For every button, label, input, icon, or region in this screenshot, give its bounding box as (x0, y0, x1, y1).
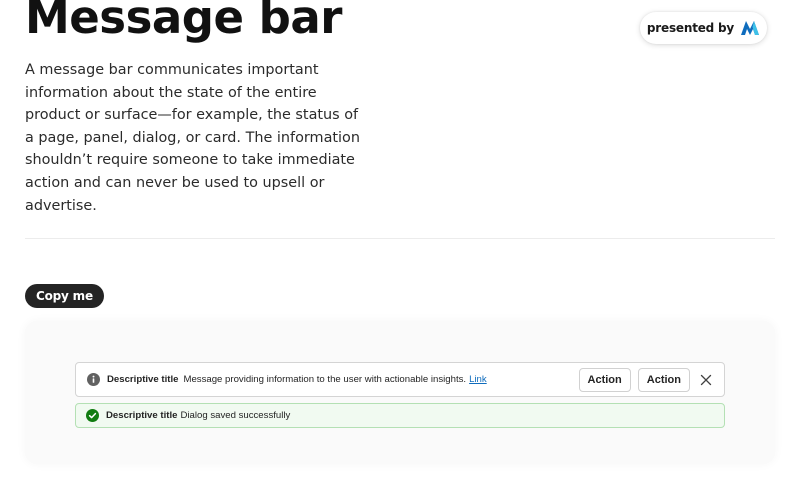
info-message-bar: Descriptive title Message providing info… (75, 362, 725, 397)
action-button-2[interactable]: Action (637, 367, 690, 392)
dismiss-button[interactable] (696, 370, 716, 390)
checkmark-circle-icon (86, 409, 99, 422)
info-icon (87, 373, 100, 386)
preview-card: Descriptive title Message providing info… (25, 321, 775, 464)
page-title: Message bar (25, 0, 342, 44)
info-bar-link[interactable]: Link (469, 374, 487, 385)
success-message-bar: Descriptive title Dialog saved successfu… (75, 403, 725, 428)
presented-by-label: presented by (646, 21, 735, 35)
info-bar-title: Descriptive title (107, 374, 179, 385)
section-divider (25, 238, 775, 239)
success-bar-title: Descriptive title (106, 410, 178, 421)
action-button-1[interactable]: Action (578, 367, 631, 392)
copy-me-button[interactable]: Copy me (25, 284, 104, 308)
intro-paragraph: A message bar communicates important inf… (25, 62, 360, 214)
info-bar-message: Message providing information to the use… (183, 374, 467, 385)
success-bar-message: Dialog saved successfully (180, 410, 291, 421)
brand-logo-icon (741, 21, 760, 35)
close-icon (700, 374, 712, 385)
presented-by-badge[interactable]: presented by (640, 12, 767, 44)
